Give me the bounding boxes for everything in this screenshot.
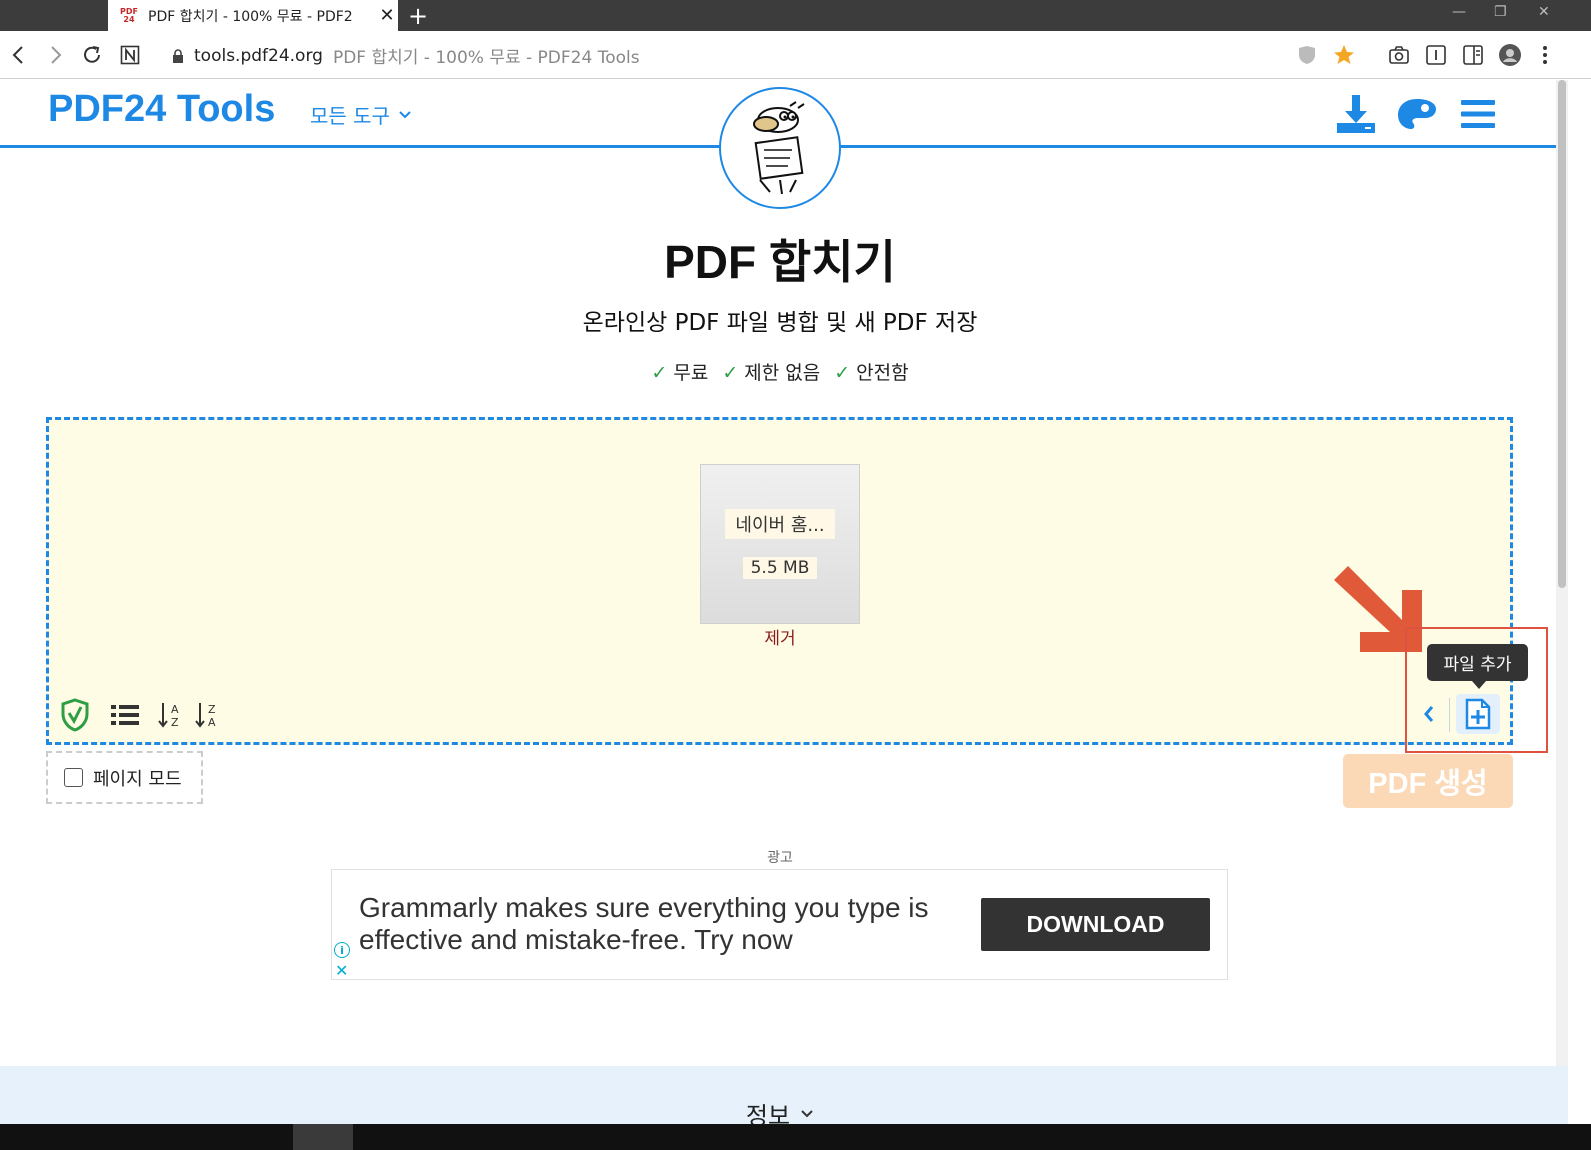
svg-text:Z: Z bbox=[171, 716, 179, 729]
sort-a-z-icon[interactable]: AZ bbox=[152, 697, 188, 733]
lock-icon bbox=[173, 48, 183, 63]
security-shield-icon[interactable] bbox=[57, 697, 93, 733]
feature-list: ✓ 무료 ✓ 제한 없음 ✓ 안전함 bbox=[0, 358, 1560, 385]
back-arrow-icon[interactable] bbox=[5, 41, 33, 69]
reader-mode-icon[interactable] bbox=[1423, 42, 1449, 68]
page-mode-label: 페이지 모드 bbox=[93, 768, 182, 790]
ad-label: 광고 bbox=[767, 850, 793, 866]
file-card[interactable]: 네이버 홈... 5.5 MB bbox=[700, 464, 860, 624]
page-subtitle: 온라인상 PDF 파일 병합 및 새 PDF 저장 bbox=[582, 310, 978, 336]
page-mode-checkbox[interactable]: 페이지 모드 bbox=[46, 751, 203, 804]
remove-file-link[interactable]: 제거 bbox=[700, 624, 860, 649]
svg-text:Z: Z bbox=[208, 703, 216, 716]
svg-text:A: A bbox=[171, 703, 179, 716]
create-pdf-button[interactable]: PDF 생성 bbox=[1343, 754, 1513, 808]
page-title: PDF 합치기 bbox=[664, 236, 896, 288]
all-tools-label: 모든 도구 bbox=[310, 104, 390, 128]
feature-label: 무료 bbox=[673, 362, 709, 384]
tab-title: PDF 합치기 - 100% 무료 - PDF2 bbox=[148, 8, 353, 25]
chevron-down-icon bbox=[399, 110, 411, 118]
sort-z-a-icon[interactable]: ZA bbox=[189, 697, 225, 733]
ad-text[interactable]: Grammarly makes sure everything you type… bbox=[359, 892, 959, 956]
feature-item: ✓ 제한 없음 bbox=[722, 358, 820, 385]
download-app-icon[interactable] bbox=[1334, 92, 1378, 136]
new-tab-button[interactable]: + bbox=[408, 2, 428, 30]
url-text: tools.pdf24.org bbox=[194, 45, 323, 66]
toolbar-divider bbox=[1449, 698, 1450, 732]
file-name: 네이버 홈... bbox=[725, 509, 835, 539]
browser-tabstrip: PDF 24 PDF 합치기 - 100% 무료 - PDF2 ✕ + — ❐ … bbox=[0, 0, 1591, 31]
forward-arrow-icon[interactable] bbox=[41, 41, 69, 69]
feature-label: 제한 없음 bbox=[744, 362, 821, 384]
os-taskbar bbox=[0, 1124, 1591, 1150]
sidebar-icon[interactable] bbox=[1460, 42, 1486, 68]
camera-icon[interactable] bbox=[1386, 42, 1412, 68]
svg-text:A: A bbox=[208, 716, 216, 729]
tab-close-icon[interactable]: ✕ bbox=[376, 5, 398, 26]
feature-item: ✓ 안전함 bbox=[834, 358, 908, 385]
reload-icon[interactable] bbox=[78, 41, 106, 69]
chevron-left-icon[interactable] bbox=[1416, 700, 1442, 728]
taskbar-item[interactable] bbox=[293, 1124, 353, 1150]
check-icon: ✓ bbox=[834, 362, 851, 384]
ad-close-icon[interactable]: ✕ bbox=[335, 961, 348, 980]
pdf24-favicon-icon: PDF 24 bbox=[120, 7, 138, 25]
feature-item: ✓ 무료 bbox=[651, 358, 708, 385]
ad-banner[interactable]: Grammarly makes sure everything you type… bbox=[331, 869, 1228, 980]
theme-palette-icon[interactable] bbox=[1395, 92, 1439, 136]
ad-info-icon[interactable]: i bbox=[334, 942, 350, 958]
file-plus-icon bbox=[1465, 698, 1491, 730]
restore-window-icon[interactable]: ❐ bbox=[1494, 4, 1507, 20]
profile-avatar-icon[interactable] bbox=[1497, 42, 1523, 68]
browser-tab-active[interactable]: PDF 24 PDF 합치기 - 100% 무료 - PDF2 ✕ bbox=[108, 0, 398, 31]
checkbox-box[interactable] bbox=[64, 768, 83, 787]
pdf24-logo[interactable]: PDF24 Tools bbox=[48, 88, 275, 131]
file-size: 5.5 MB bbox=[742, 557, 818, 579]
mascot-logo[interactable] bbox=[719, 87, 841, 209]
favicon-text-bottom: 24 bbox=[123, 14, 135, 24]
naver-home-icon[interactable] bbox=[116, 41, 144, 69]
check-icon: ✓ bbox=[722, 362, 739, 384]
list-view-icon[interactable] bbox=[107, 697, 143, 733]
url-field[interactable]: tools.pdf24.org PDF 합치기 - 100% 무료 - PDF2… bbox=[172, 43, 640, 68]
all-tools-menu[interactable]: 모든 도구 bbox=[310, 100, 412, 129]
ad-download-button[interactable]: DOWNLOAD bbox=[981, 898, 1210, 951]
shield-extension-icon[interactable] bbox=[1294, 42, 1320, 68]
minimize-window-icon[interactable]: — bbox=[1452, 4, 1466, 20]
feature-label: 안전함 bbox=[856, 362, 909, 384]
add-file-button[interactable] bbox=[1456, 694, 1500, 734]
url-page-title: PDF 합치기 - 100% 무료 - PDF24 Tools bbox=[332, 48, 640, 68]
chevron-down-icon bbox=[801, 1109, 813, 1117]
browser-address-bar: tools.pdf24.org PDF 합치기 - 100% 무료 - PDF2… bbox=[0, 31, 1591, 79]
close-window-icon[interactable]: ✕ bbox=[1538, 4, 1550, 20]
check-icon: ✓ bbox=[651, 362, 668, 384]
bookmark-star-icon[interactable] bbox=[1331, 42, 1357, 68]
hamburger-menu-icon[interactable] bbox=[1456, 92, 1500, 136]
browser-menu-icon[interactable] bbox=[1532, 42, 1558, 68]
mascot-icon bbox=[753, 101, 805, 195]
add-file-tooltip: 파일 추가 bbox=[1427, 644, 1528, 689]
